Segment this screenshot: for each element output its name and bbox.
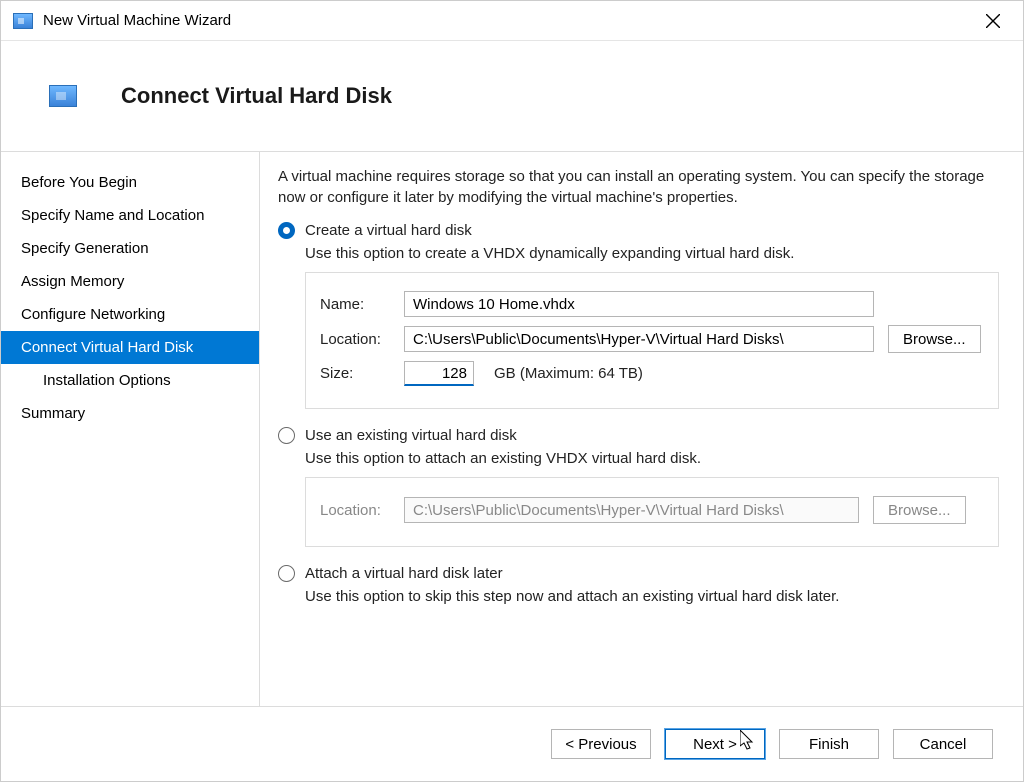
radio-create[interactable]: [278, 222, 295, 239]
next-button[interactable]: Next >: [665, 729, 765, 759]
location-label: Location:: [320, 331, 390, 348]
vhd-location-input[interactable]: [404, 326, 874, 352]
option-create-block: Create a virtual hard disk Use this opti…: [278, 222, 999, 409]
option-later-block: Attach a virtual hard disk later Use thi…: [278, 565, 999, 605]
wizard-body: Before You Begin Specify Name and Locati…: [1, 151, 1023, 707]
step-specify-name-location[interactable]: Specify Name and Location: [1, 199, 259, 232]
existing-location-input: [404, 497, 859, 523]
option-create-radio-row[interactable]: Create a virtual hard disk: [278, 222, 999, 239]
previous-button[interactable]: < Previous: [551, 729, 651, 759]
option-later-label: Attach a virtual hard disk later: [305, 565, 503, 582]
existing-location-label: Location:: [320, 502, 390, 519]
option-later-desc: Use this option to skip this step now an…: [305, 588, 999, 605]
browse-create-button[interactable]: Browse...: [888, 325, 981, 353]
step-installation-options[interactable]: Installation Options: [1, 364, 259, 397]
name-label: Name:: [320, 296, 390, 313]
wizard-window: New Virtual Machine Wizard Connect Virtu…: [0, 0, 1024, 782]
wizard-content: A virtual machine requires storage so th…: [259, 152, 1023, 706]
wizard-footer: < Previous Next > Finish Cancel: [1, 707, 1023, 781]
option-later-radio-row[interactable]: Attach a virtual hard disk later: [278, 565, 999, 582]
create-fields: Name: Location: Browse... Size: GB (Maxi…: [305, 272, 999, 409]
size-label: Size:: [320, 365, 390, 382]
vhd-name-input[interactable]: [404, 291, 874, 317]
radio-existing[interactable]: [278, 427, 295, 444]
vhd-size-input[interactable]: [404, 361, 474, 386]
page-title: Connect Virtual Hard Disk: [121, 83, 392, 109]
window-title: New Virtual Machine Wizard: [43, 12, 971, 29]
size-hint: GB (Maximum: 64 TB): [494, 365, 643, 382]
step-before-you-begin[interactable]: Before You Begin: [1, 166, 259, 199]
titlebar: New Virtual Machine Wizard: [1, 1, 1023, 41]
close-button[interactable]: [971, 5, 1015, 37]
step-configure-networking[interactable]: Configure Networking: [1, 298, 259, 331]
finish-button[interactable]: Finish: [779, 729, 879, 759]
browse-existing-button: Browse...: [873, 496, 966, 524]
page-header: Connect Virtual Hard Disk: [1, 41, 1023, 151]
option-create-desc: Use this option to create a VHDX dynamic…: [305, 245, 999, 262]
close-icon: [986, 14, 1000, 28]
option-existing-block: Use an existing virtual hard disk Use th…: [278, 427, 999, 547]
option-create-label: Create a virtual hard disk: [305, 222, 472, 239]
option-existing-radio-row[interactable]: Use an existing virtual hard disk: [278, 427, 999, 444]
option-existing-label: Use an existing virtual hard disk: [305, 427, 517, 444]
window-icon: [13, 13, 33, 29]
page-intro: A virtual machine requires storage so th…: [278, 166, 999, 208]
monitor-icon: [49, 85, 77, 107]
radio-later[interactable]: [278, 565, 295, 582]
cancel-button[interactable]: Cancel: [893, 729, 993, 759]
option-existing-desc: Use this option to attach an existing VH…: [305, 450, 999, 467]
step-connect-virtual-hard-disk[interactable]: Connect Virtual Hard Disk: [1, 331, 259, 364]
wizard-steps: Before You Begin Specify Name and Locati…: [1, 152, 259, 706]
step-assign-memory[interactable]: Assign Memory: [1, 265, 259, 298]
step-specify-generation[interactable]: Specify Generation: [1, 232, 259, 265]
step-summary[interactable]: Summary: [1, 397, 259, 430]
existing-fields: Location: Browse...: [305, 477, 999, 547]
